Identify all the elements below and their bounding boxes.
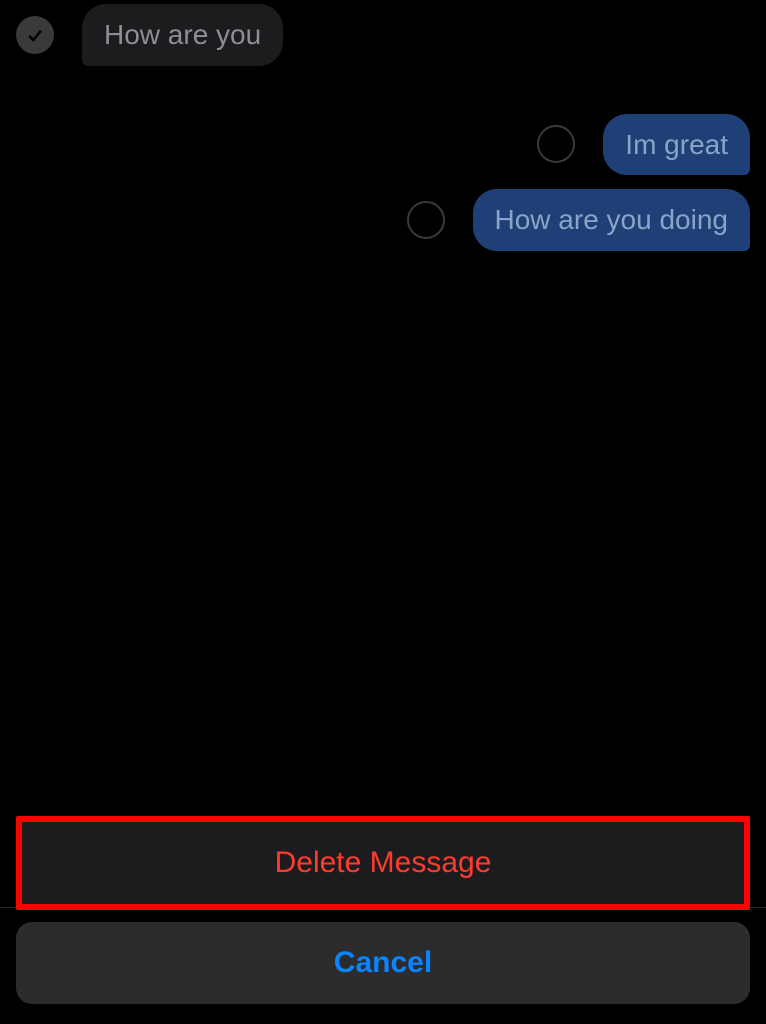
message-bubble-sent[interactable]: How are you doing [473, 189, 750, 251]
cancel-button[interactable]: Cancel [16, 922, 750, 1004]
cancel-group: Cancel [16, 922, 750, 1004]
delete-label: Delete Message [275, 846, 492, 879]
message-bubble-received[interactable]: How are you [82, 4, 283, 66]
message-selector-checked[interactable] [16, 16, 54, 54]
message-row: How are you doing [0, 185, 766, 255]
message-text: How are you [104, 19, 261, 50]
cancel-label: Cancel [334, 946, 432, 979]
message-text: Im great [625, 129, 728, 160]
delete-message-button[interactable]: Delete Message [22, 822, 744, 904]
message-row: Im great [0, 110, 766, 180]
message-selector-unchecked[interactable] [537, 125, 575, 163]
delete-group-highlighted: Delete Message [16, 816, 750, 910]
message-row: How are you [0, 0, 766, 70]
message-text: How are you doing [495, 204, 728, 235]
message-bubble-sent[interactable]: Im great [603, 114, 750, 176]
action-sheet: Delete Message Cancel [16, 816, 750, 1004]
message-list: How are you Im great How are you doing [0, 0, 766, 255]
checkmark-icon [25, 25, 45, 45]
message-selector-unchecked[interactable] [407, 201, 445, 239]
